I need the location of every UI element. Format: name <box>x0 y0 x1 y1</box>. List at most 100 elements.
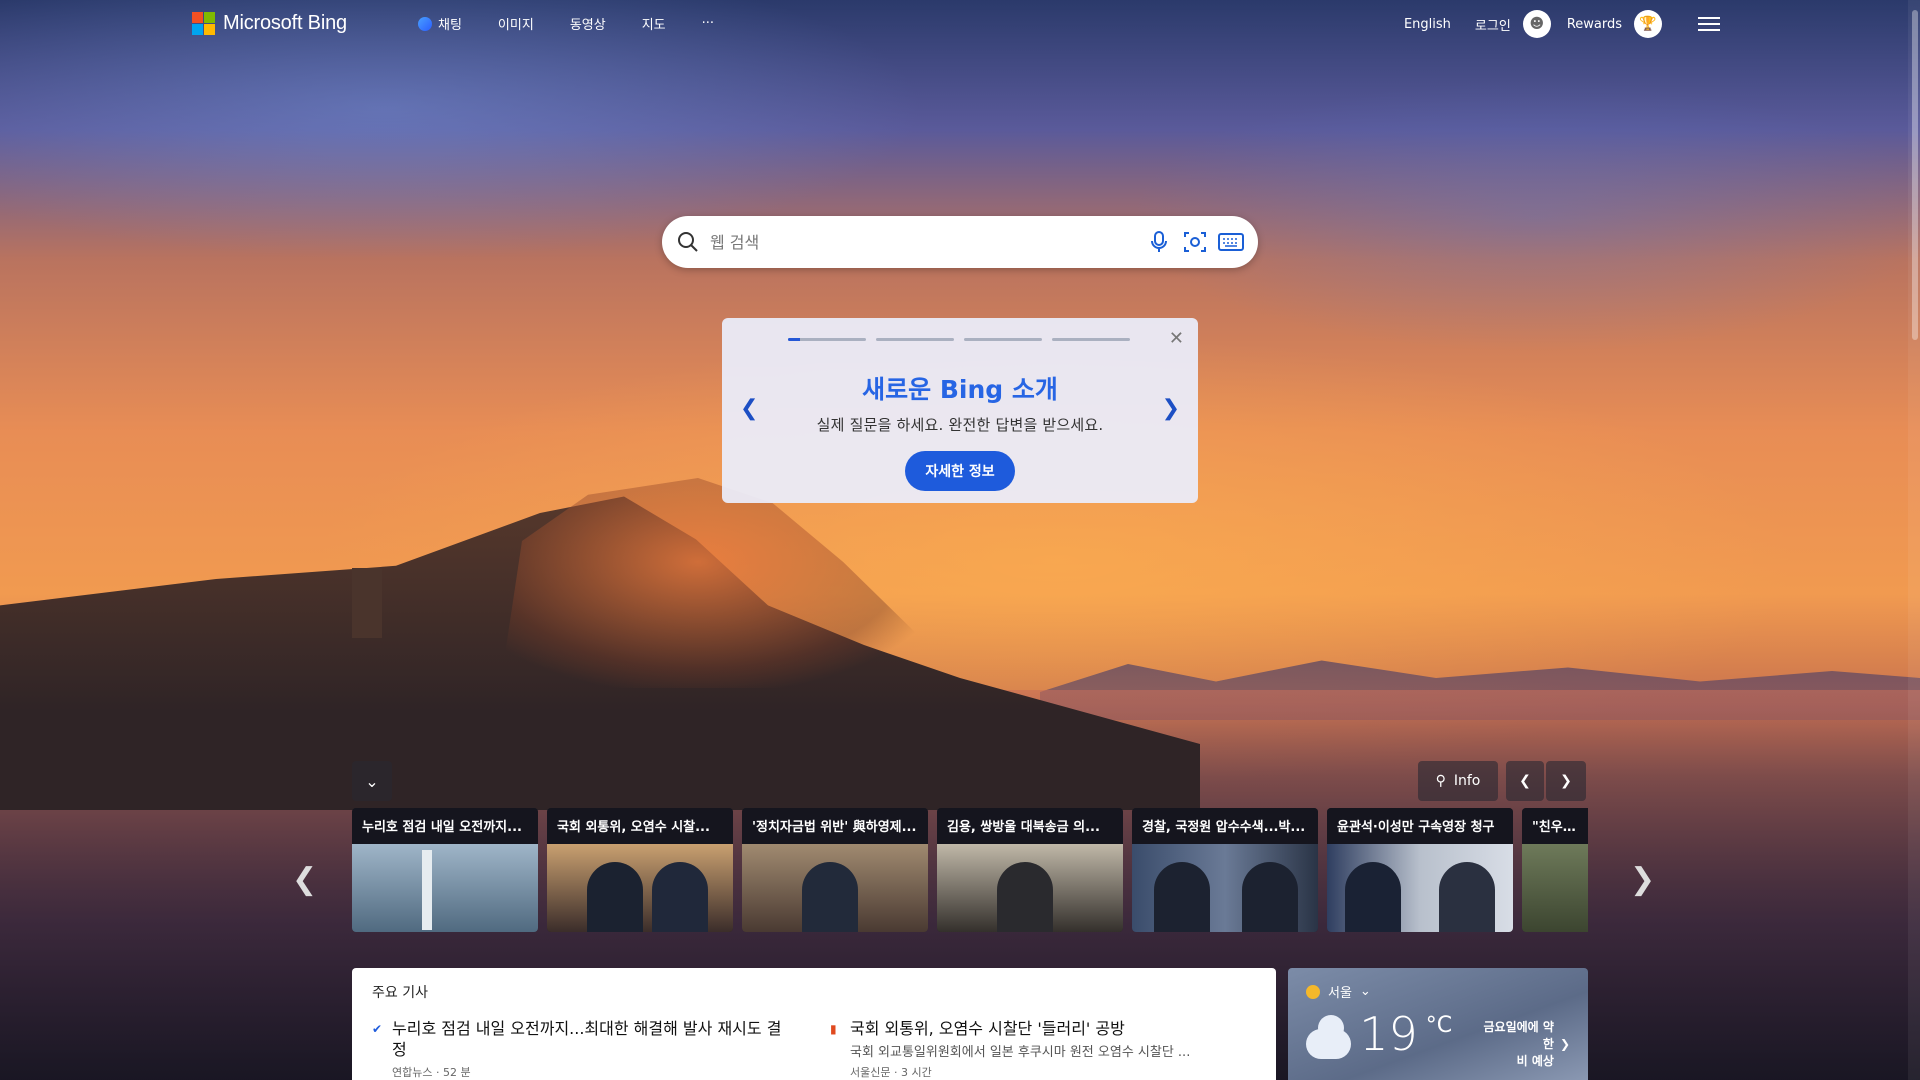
nav-more[interactable]: ··· <box>702 16 714 31</box>
news-card-image <box>1132 844 1318 932</box>
background-tower <box>352 568 382 638</box>
background-next-button[interactable]: ❯ <box>1546 761 1586 801</box>
news-item-title: 누리호 점검 내일 오전까지...최대한 해결해 발사 재시도 결정 <box>392 1019 782 1059</box>
sun-icon <box>1306 984 1320 999</box>
nav-images-label: 이미지 <box>497 18 534 33</box>
news-card-image <box>1522 844 1588 932</box>
info-label: Info <box>1453 773 1481 789</box>
news-item-title: 국회 외통위, 오염수 시찰단 '들러리' 공방 <box>850 1019 1125 1038</box>
rewards-trophy-icon[interactable]: 🏆 <box>1634 10 1662 38</box>
scrollbar-thumb[interactable] <box>1912 10 1918 340</box>
menu-hamburger-icon[interactable] <box>1698 17 1720 31</box>
news-card-image <box>352 844 538 932</box>
weather-temperature: 19 <box>1359 1007 1418 1061</box>
visual-search-icon[interactable] <box>1182 229 1208 255</box>
background-mountains <box>1040 660 1920 720</box>
bing-logo[interactable]: Microsoft Bing <box>192 12 347 35</box>
news-item-meta: 연합뉴스 · 52 분 <box>392 1066 471 1079</box>
news-card[interactable]: 경찰, 국정원 압수수색...박... <box>1132 808 1318 932</box>
forecast-line-1: 금요일에에 약한 <box>1483 1020 1554 1051</box>
location-pin-icon: ⚲ <box>1435 773 1446 789</box>
news-card-title: 국회 외통위, 오염수 시찰... <box>547 808 733 844</box>
microphone-icon[interactable] <box>1146 229 1172 255</box>
news-item-meta: 서울신문 · 3 시간 <box>850 1066 932 1079</box>
close-icon[interactable]: ✕ <box>1169 328 1184 349</box>
weather-widget[interactable]: 서울 ⌄ 19 °C 금요일에에 약한 비 예상 ❯ <box>1288 968 1588 1080</box>
chevron-right-icon: ❯ <box>1559 1037 1570 1051</box>
nav-chat-label: 채팅 <box>438 18 462 33</box>
news-card-title: 누리호 점검 내일 오전까지... <box>352 808 538 844</box>
search-box <box>662 216 1258 268</box>
promo-card: ✕ ❮ ❯ 새로운 Bing 소개 실제 질문을 하세요. 완전한 답변을 받으… <box>722 318 1198 503</box>
background-fortress <box>0 496 1200 810</box>
nav-maps-label: 지도 <box>641 18 666 33</box>
main-nav: 채팅 이미지 동영상 지도 ··· <box>418 14 714 33</box>
promo-subtitle: 실제 질문을 하세요. 완전한 답변을 받으세요. <box>816 416 1104 434</box>
page-scrollbar[interactable] <box>1908 0 1920 1080</box>
nav-chat[interactable]: 채팅 <box>418 14 462 33</box>
weather-unit: °C <box>1425 1013 1453 1038</box>
chevron-left-icon: ❮ <box>1519 773 1531 789</box>
news-card[interactable]: 윤관석·이성만 구속영장 청구 <box>1327 808 1513 932</box>
news-card[interactable]: 누리호 점검 내일 오전까지... <box>352 808 538 932</box>
news-card-title: 윤관석·이성만 구속영장 청구 <box>1327 808 1513 844</box>
more-icon: ··· <box>701 16 715 31</box>
promo-progress-segment <box>788 338 866 341</box>
background-rock <box>500 478 940 688</box>
news-card[interactable]: 김용, 쌍방울 대북송금 의... <box>937 808 1123 932</box>
news-card[interactable]: '정치자금법 위반' 與하영제... <box>742 808 928 932</box>
info-button[interactable]: ⚲ Info <box>1418 761 1498 801</box>
promo-progress <box>788 338 1130 341</box>
promo-next-icon[interactable]: ❯ <box>1162 396 1180 421</box>
login-link[interactable]: 로그인 <box>1475 15 1511 34</box>
news-card-title: '정치자금법 위반' 與하영제... <box>742 808 928 844</box>
microsoft-logo-icon <box>192 12 215 35</box>
account-nav: English 로그인 ☻ Rewards 🏆 <box>1404 10 1720 38</box>
logo-text: Microsoft Bing <box>223 12 347 34</box>
search-input[interactable] <box>710 232 1136 252</box>
news-item[interactable]: ▮ 국회 외통위, 오염수 시찰단 '들러리' 공방 국회 외교통일위원회에서 … <box>830 1018 1242 1080</box>
news-card-image <box>937 844 1123 932</box>
news-card-title: 김용, 쌍방울 대북송금 의... <box>937 808 1123 844</box>
nav-videos-label: 동영상 <box>569 18 606 33</box>
background-prev-button[interactable]: ❮ <box>1506 761 1544 801</box>
news-card-image <box>742 844 928 932</box>
promo-progress-segment <box>876 338 954 341</box>
news-card[interactable]: 국회 외통위, 오염수 시찰... <box>547 808 733 932</box>
nav-videos[interactable]: 동영상 <box>570 14 606 33</box>
news-item-desc: 국회 외교통일위원회에서 일본 후쿠시마 원전 오염수 시찰단 ... <box>850 1045 1191 1060</box>
promo-progress-segment <box>1052 338 1130 341</box>
weather-forecast[interactable]: 금요일에에 약한 비 예상 ❯ <box>1478 1019 1570 1070</box>
collapse-button[interactable]: ⌄ <box>352 761 392 801</box>
weather-city: 서울 <box>1328 986 1352 1001</box>
top-stories-header: 주요 기사 <box>372 985 428 1001</box>
news-card[interactable]: "친우크라 <box>1522 808 1588 932</box>
news-card-title: 경찰, 국정원 압수수색...박... <box>1132 808 1318 844</box>
chevron-down-icon[interactable]: ⌄ <box>1360 984 1371 999</box>
news-card-image <box>1327 844 1513 932</box>
carousel-next-icon[interactable]: ❯ <box>1630 862 1655 897</box>
news-carousel: 누리호 점검 내일 오전까지... 국회 외통위, 오염수 시찰... '정치자… <box>352 808 1588 932</box>
chevron-down-icon: ⌄ <box>365 771 379 791</box>
verified-source-icon: ✔ <box>372 1022 383 1036</box>
language-link[interactable]: English <box>1404 17 1451 32</box>
promo-prev-icon[interactable]: ❮ <box>740 396 758 421</box>
user-avatar-icon[interactable]: ☻ <box>1522 10 1551 38</box>
nav-images[interactable]: 이미지 <box>498 14 534 33</box>
news-card-title: "친우크라 <box>1522 808 1588 844</box>
carousel-prev-icon[interactable]: ❮ <box>292 862 317 897</box>
chat-icon <box>418 16 432 31</box>
news-item[interactable]: ✔ 누리호 점검 내일 오전까지...최대한 해결해 발사 재시도 결정 연합뉴… <box>372 1018 784 1080</box>
keyboard-icon[interactable] <box>1218 229 1244 255</box>
chevron-right-icon: ❯ <box>1560 773 1572 789</box>
forecast-line-2: 비 예상 <box>1516 1054 1554 1068</box>
top-stories-panel: 주요 기사 ✔ 누리호 점검 내일 오전까지...최대한 해결해 발사 재시도 … <box>352 968 1276 1080</box>
learn-more-button[interactable]: 자세한 정보 <box>905 451 1015 491</box>
nav-maps[interactable]: 지도 <box>642 14 666 33</box>
promo-progress-segment <box>964 338 1042 341</box>
publisher-logo-icon: ▮ <box>830 1022 837 1036</box>
promo-title: 새로운 Bing 소개 <box>862 375 1058 404</box>
search-icon[interactable] <box>676 230 700 254</box>
rewards-link[interactable]: Rewards <box>1567 17 1622 32</box>
top-bar: Microsoft Bing 채팅 이미지 동영상 지도 ··· English… <box>0 0 1920 48</box>
